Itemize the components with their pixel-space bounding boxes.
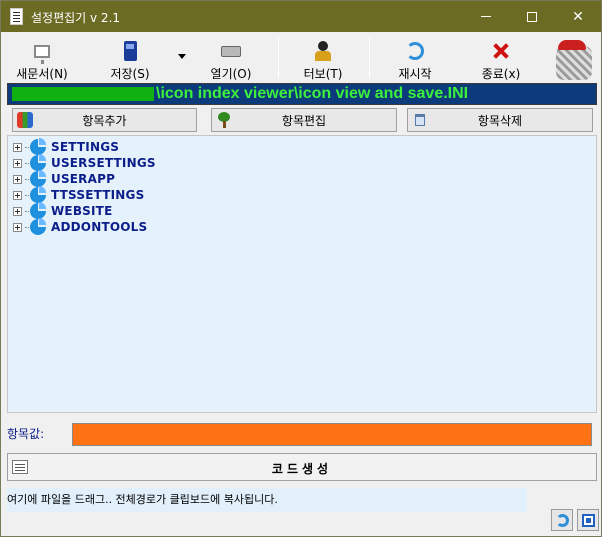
tree-node-settings[interactable]: SETTINGS	[13, 138, 120, 155]
monitor-icon	[34, 45, 50, 64]
exit-label: 종료(x)	[481, 67, 521, 81]
edit-item-label: 항목편집	[281, 113, 327, 128]
tree-node-label: SETTINGS	[51, 140, 120, 154]
pie-chart-icon	[30, 218, 46, 235]
pie-chart-icon	[30, 202, 46, 219]
file-path-bar: \icon index viewer\icon view and save.IN…	[7, 83, 597, 105]
tree-node-usersettings[interactable]: USERSETTINGS	[13, 154, 156, 171]
tree-node-label: ADDONTOOLS	[51, 220, 148, 234]
window-title: 설정편집기 v 2.1	[31, 11, 121, 25]
pie-chart-icon	[30, 170, 46, 187]
add-item-button[interactable]: 항목추가	[12, 108, 197, 132]
mascot-icon	[550, 36, 598, 82]
grid-icon	[581, 513, 595, 527]
turbo-button[interactable]: 터보(T)	[290, 36, 356, 82]
tree-node-label: USERSETTINGS	[51, 156, 156, 170]
save-dropdown-arrow-icon[interactable]	[178, 54, 186, 59]
expand-icon[interactable]	[13, 174, 22, 184]
maximize-button[interactable]	[509, 1, 555, 32]
close-window-button[interactable]: ✕	[555, 1, 601, 32]
app-icon	[10, 8, 23, 25]
open-label: 열기(O)	[210, 67, 252, 81]
pie-chart-icon	[30, 186, 46, 203]
delete-item-label: 항목삭제	[477, 113, 523, 128]
path-redacted-segment	[12, 87, 154, 101]
toolbar-separator	[369, 38, 370, 78]
turbo-label: 터보(T)	[303, 67, 343, 81]
refresh-button[interactable]	[551, 509, 573, 531]
app-window: 설정편집기 v 2.1 ✕ 새문서(N) 저장(S) 열기(O) 터보(T) 재…	[0, 0, 602, 537]
save-button[interactable]: 저장(S)	[96, 36, 164, 82]
minimize-button[interactable]	[463, 1, 509, 32]
tree-node-userapp[interactable]: USERAPP	[13, 170, 116, 187]
drive-icon	[221, 46, 241, 57]
tree-node-label: TTSSETTINGS	[51, 188, 145, 202]
new-document-label: 새문서(N)	[16, 67, 68, 81]
add-item-label: 항목추가	[82, 113, 127, 128]
tree-node-website[interactable]: WEBSITE	[13, 202, 113, 219]
tree-node-label: WEBSITE	[51, 204, 113, 218]
toolbar: 새문서(N) 저장(S) 열기(O) 터보(T) 재시작 종료(x)	[6, 36, 598, 82]
generate-code-button[interactable]: 코드생성	[7, 453, 597, 481]
expand-icon[interactable]	[13, 158, 22, 168]
new-document-button[interactable]: 새문서(N)	[6, 36, 78, 82]
floppy-icon	[123, 41, 137, 61]
item-value-label: 항목값:	[7, 427, 45, 441]
pie-chart-icon	[30, 154, 46, 171]
edit-item-button[interactable]: 항목편집	[211, 108, 397, 132]
exit-button[interactable]: 종료(x)	[468, 36, 534, 82]
tree-node-addontools[interactable]: ADDONTOOLS	[13, 218, 148, 235]
expand-icon[interactable]	[13, 206, 22, 216]
generate-code-label: 코드생성	[271, 462, 333, 476]
expand-icon[interactable]	[13, 222, 22, 232]
restart-button[interactable]: 재시작	[382, 36, 448, 82]
restart-label: 재시작	[398, 67, 432, 81]
maximize-icon	[527, 11, 537, 22]
refresh-icon	[555, 513, 569, 527]
minimize-icon	[481, 16, 491, 17]
grid-button[interactable]	[577, 509, 599, 531]
file-path-text: \icon index viewer\icon view and save.IN…	[156, 85, 469, 102]
close-x-icon	[491, 41, 511, 61]
open-button[interactable]: 열기(O)	[198, 36, 264, 82]
expand-icon[interactable]	[13, 142, 22, 152]
file-drop-zone[interactable]: 여기에 파일을 드래그.. 전체경로가 클립보드에 복사됩니다.	[7, 488, 527, 512]
item-value-field[interactable]	[72, 423, 592, 446]
section-tree-view[interactable]: SETTINGS USERSETTINGS USERAPP TTSSETTING…	[7, 135, 597, 413]
drop-hint-text: 여기에 파일을 드래그.. 전체경로가 클립보드에 복사됩니다.	[7, 493, 278, 506]
toolbar-separator	[278, 38, 279, 78]
refresh-icon	[406, 42, 424, 60]
close-icon: ✕	[572, 8, 584, 25]
save-label: 저장(S)	[110, 67, 150, 81]
pie-chart-icon	[30, 138, 46, 155]
title-bar: 설정편집기 v 2.1 ✕	[1, 1, 601, 32]
tree-node-ttssettings[interactable]: TTSSETTINGS	[13, 186, 145, 203]
tree-node-label: USERAPP	[51, 172, 116, 186]
expand-icon[interactable]	[13, 190, 22, 200]
turbo-icon	[314, 41, 332, 61]
delete-item-button[interactable]: 항목삭제	[407, 108, 593, 132]
